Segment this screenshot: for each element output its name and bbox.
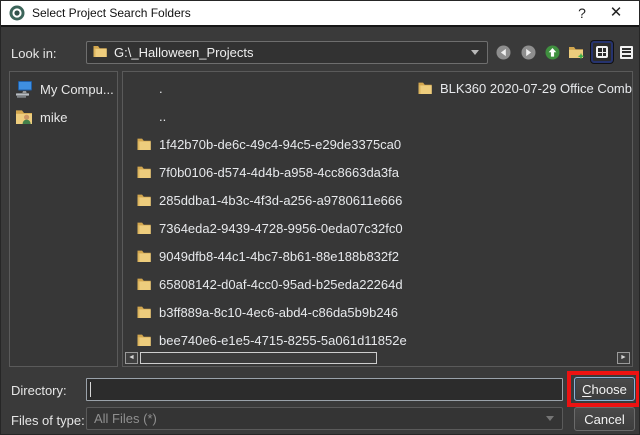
file-name: b3ff889a-8c10-4ec6-abd4-c86da5b9b246 [159, 305, 398, 320]
sidebar-item-label: My Compu... [40, 82, 114, 97]
window-title: Select Project Search Folders [32, 6, 565, 20]
sidebar-item[interactable]: mike [10, 103, 117, 131]
file-name: 7364eda2-9439-4728-9956-0eda07c32fc0 [159, 221, 403, 236]
chevron-down-icon [546, 416, 554, 421]
file-name: 1f42b70b-de6c-49c4-94c5-e29de3375ca0 [159, 137, 401, 152]
folder-icon [92, 43, 108, 62]
sidebar-item-label: mike [40, 110, 67, 125]
files-of-type-combobox: All Files (*) [86, 407, 563, 430]
places-sidebar: My Compu... mike [9, 71, 118, 367]
folder-icon [136, 304, 152, 320]
list-item[interactable]: 7364eda2-9439-4728-9956-0eda07c32fc0 [123, 214, 415, 242]
list-item[interactable]: .. [123, 102, 415, 130]
back-button[interactable] [494, 43, 512, 61]
file-name: 285ddba1-4b3c-4f3d-a256-a9780611e666 [159, 193, 402, 208]
scroll-right-icon[interactable]: ► [617, 352, 630, 364]
scrollbar-thumb[interactable] [140, 352, 377, 364]
folder-icon [136, 220, 152, 236]
forward-button[interactable] [519, 43, 537, 61]
look-in-label: Look in: [11, 46, 57, 61]
folder-icon [136, 192, 152, 208]
list-item[interactable]: 285ddba1-4b3c-4f3d-a256-a9780611e666 [123, 186, 415, 214]
new-folder-button[interactable] [567, 43, 585, 61]
choose-button[interactable]: Choose [574, 377, 635, 401]
list-item[interactable]: BLK360 2020-07-29 Office Combin [415, 74, 632, 102]
file-list[interactable]: ... 1f42b70b-de6c-49c4-94c5-e29de3375ca0 7… [122, 71, 633, 367]
parent-directory-button[interactable] [543, 43, 561, 61]
list-view-button[interactable] [591, 41, 613, 63]
file-list-column-2: BLK360 2020-07-29 Office Combin [415, 74, 632, 352]
directory-label: Directory: [11, 383, 67, 398]
computer-icon [14, 79, 34, 99]
icon-spacer [136, 80, 152, 96]
folder-icon [136, 276, 152, 292]
list-item[interactable]: 65808142-d0af-4cc0-95ad-b25eda22264d [123, 270, 415, 298]
grid-view-icon [596, 46, 608, 58]
file-name: bee740e6-e1e5-4715-8255-5a061d11852e [159, 333, 407, 348]
icon-spacer [136, 108, 152, 124]
list-item[interactable]: 7f0b0106-d574-4d4b-a958-4cc8663da3fa [123, 158, 415, 186]
app-icon [9, 5, 25, 21]
sidebar-item[interactable]: My Compu... [10, 75, 117, 103]
list-item[interactable]: b3ff889a-8c10-4ec6-abd4-c86da5b9b246 [123, 298, 415, 326]
folder-icon [136, 164, 152, 180]
list-item[interactable]: 9049dfb8-44c1-4bc7-8b61-88e188b832f2 [123, 242, 415, 270]
file-name: 7f0b0106-d574-4d4b-a958-4cc8663da3fa [159, 165, 399, 180]
detail-view-button[interactable] [617, 43, 635, 61]
scroll-left-icon[interactable]: ◄ [125, 352, 138, 364]
look-in-combobox[interactable]: G:\_Halloween_Projects [86, 41, 488, 64]
chevron-down-icon [471, 50, 479, 55]
files-of-type-label: Files of type: [11, 413, 85, 428]
file-name: .. [159, 109, 166, 124]
list-item[interactable]: bee740e6-e1e5-4715-8255-5a061d11852e [123, 326, 415, 352]
file-name: . [159, 81, 163, 96]
folder-icon [417, 80, 433, 96]
folder-icon [136, 136, 152, 152]
file-list-column-1: ... 1f42b70b-de6c-49c4-94c5-e29de3375ca0 7… [123, 74, 415, 352]
files-of-type-value: All Files (*) [94, 411, 546, 426]
select-project-search-folders-dialog: Select Project Search Folders ? ✕ Look i… [0, 0, 640, 435]
horizontal-scrollbar[interactable]: ◄ ► [124, 351, 631, 365]
help-button[interactable]: ? [565, 1, 599, 25]
detail-view-icon [620, 46, 633, 59]
user-folder-icon [14, 107, 34, 127]
file-name: 9049dfb8-44c1-4bc7-8b61-88e188b832f2 [159, 249, 399, 264]
close-icon[interactable]: ✕ [599, 1, 633, 25]
list-item[interactable]: . [123, 74, 415, 102]
cancel-button[interactable]: Cancel [574, 407, 635, 431]
look-in-value: G:\_Halloween_Projects [114, 45, 471, 60]
list-item[interactable]: 1f42b70b-de6c-49c4-94c5-e29de3375ca0 [123, 130, 415, 158]
file-name: 65808142-d0af-4cc0-95ad-b25eda22264d [159, 277, 403, 292]
folder-icon [136, 332, 152, 348]
folder-icon [136, 248, 152, 264]
file-name: BLK360 2020-07-29 Office Combin [440, 81, 632, 96]
titlebar: Select Project Search Folders ? ✕ [1, 1, 639, 27]
directory-input[interactable] [86, 378, 563, 401]
